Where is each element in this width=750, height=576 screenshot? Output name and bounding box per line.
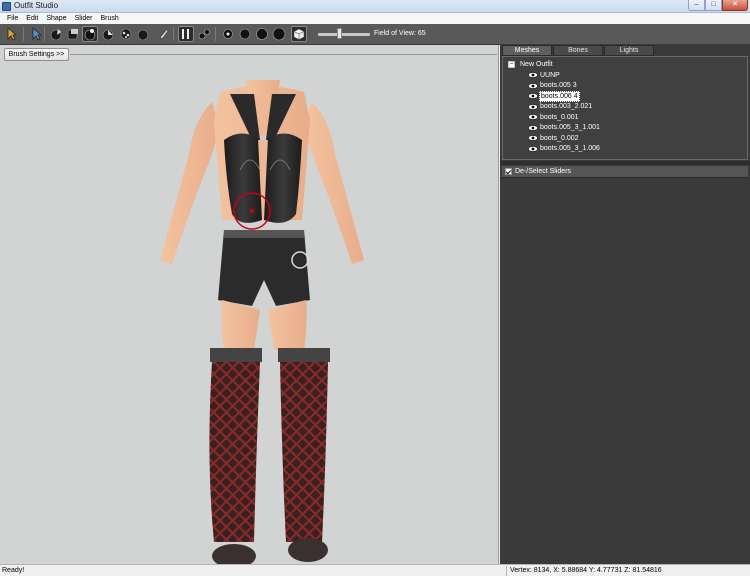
panel-splitter[interactable]: [500, 161, 750, 165]
minimize-button[interactable]: –: [688, 0, 705, 11]
mesh-item[interactable]: boots_0.002: [528, 133, 580, 143]
right-panel: Meshes Bones Lights – New Outfit UUNP boo…: [500, 45, 750, 564]
brush-transform-icon[interactable]: [28, 26, 44, 42]
move-brush-icon[interactable]: [100, 26, 116, 42]
toolbar: Field of View: 65: [0, 24, 750, 45]
left-thigh: [221, 300, 260, 350]
mesh-item-label: boots_0.002: [540, 134, 579, 142]
right-stocking-top: [278, 348, 330, 362]
title-bar: Outfit Studio – □ ✕: [0, 0, 750, 13]
standard-brush-icon[interactable]: [48, 26, 64, 42]
menu-slider[interactable]: Slider: [71, 13, 97, 24]
select-sliders-checkbox[interactable]: [505, 168, 512, 175]
mesh-item[interactable]: boots.005 3: [528, 81, 578, 91]
segment-icon[interactable]: [196, 26, 212, 42]
mesh-item-label: boots.005 3: [540, 82, 577, 89]
eye-icon[interactable]: [528, 82, 538, 89]
brush-settings-button[interactable]: Brush Settings >>: [4, 48, 69, 61]
inflate-brush-icon[interactable]: [82, 26, 98, 42]
collapse-icon[interactable]: –: [508, 61, 515, 68]
mesh-item[interactable]: boots.003_2.021: [528, 102, 593, 112]
eye-icon[interactable]: [528, 124, 538, 131]
status-text: Ready!: [2, 567, 25, 574]
tab-bones[interactable]: Bones: [553, 45, 603, 56]
select-tool-icon[interactable]: [3, 26, 19, 42]
mesh-item[interactable]: boots.005_3_1.001: [528, 123, 601, 133]
right-thigh: [268, 300, 307, 350]
mesh-item[interactable]: boots.006 4: [528, 90, 580, 102]
right-boot: [288, 538, 328, 562]
close-button[interactable]: ✕: [722, 0, 748, 11]
left-arm: [160, 102, 220, 264]
shorts: [218, 230, 310, 306]
belt: [224, 230, 304, 238]
menu-brush[interactable]: Brush: [97, 13, 123, 24]
tree-root-outfit[interactable]: – New Outfit: [508, 60, 553, 69]
brush-size-large-icon[interactable]: [254, 26, 270, 42]
fov-label: Field of View: 65: [374, 30, 426, 37]
mesh-item-label: boots.006 4: [539, 90, 580, 102]
left-boot: [212, 544, 256, 564]
mesh-item-label: boots.003_2.021: [540, 103, 593, 110]
menu-bar: File Edit Shape Slider Brush: [0, 13, 750, 24]
tab-lights[interactable]: Lights: [604, 45, 654, 56]
neck: [246, 80, 280, 94]
brush-settings-divider: [70, 54, 497, 55]
menu-shape[interactable]: Shape: [42, 13, 70, 24]
window-title: Outfit Studio: [14, 1, 59, 10]
outfit-model[interactable]: [150, 80, 380, 564]
deflate-brush-icon[interactable]: [65, 26, 81, 42]
maximize-button[interactable]: □: [705, 0, 722, 11]
menu-file[interactable]: File: [3, 13, 22, 24]
menu-edit[interactable]: Edit: [22, 13, 42, 24]
app-icon: [2, 2, 11, 11]
fov-slider-thumb[interactable]: [337, 28, 342, 39]
weight-brush-icon[interactable]: [135, 26, 151, 42]
eye-icon[interactable]: [528, 93, 538, 99]
mesh-item[interactable]: boots.005_3_1.006: [528, 144, 601, 154]
right-arm: [304, 102, 364, 264]
color-brush-icon[interactable]: [155, 26, 171, 42]
status-bar: Ready! Vertex: 8134, X: 5.88684 Y: 4.777…: [0, 564, 750, 576]
eye-icon[interactable]: [528, 72, 538, 78]
mesh-item-label: boots.005_3_1.001: [540, 124, 600, 131]
mesh-item-label: UUNP: [540, 71, 560, 79]
view-cube-icon[interactable]: [291, 26, 307, 42]
vertex-readout: Vertex: 8134, X: 5.88684 Y: 4.77731 Z: 8…: [510, 567, 662, 574]
mesh-item-label: boots.005_3_1.006: [540, 145, 600, 152]
brush-size-medium-icon[interactable]: [237, 26, 253, 42]
tab-meshes[interactable]: Meshes: [502, 45, 552, 56]
mesh-item[interactable]: boots_0.001: [528, 112, 580, 122]
vest-ring: [260, 135, 266, 141]
tree-root-label: New Outfit: [520, 61, 553, 68]
eye-icon[interactable]: [528, 145, 538, 152]
3d-viewport[interactable]: Brush Settings >>: [0, 45, 499, 564]
smooth-brush-icon[interactable]: [118, 26, 134, 42]
sliders-header[interactable]: De-/Select Sliders: [502, 166, 748, 178]
left-stocking: [209, 362, 260, 542]
eye-icon[interactable]: [528, 103, 538, 110]
sliders-list: [502, 179, 748, 564]
mesh-tree: – New Outfit UUNP boots.005 3 boots.006 4b…: [502, 56, 748, 160]
left-stocking-top: [210, 348, 262, 362]
right-stocking: [280, 362, 328, 542]
brush-size-xlarge-icon[interactable]: [271, 26, 287, 42]
mesh-item-label: boots_0.001: [540, 113, 579, 121]
eye-icon[interactable]: [528, 114, 538, 120]
vertex-select-icon[interactable]: [178, 26, 194, 42]
eye-icon[interactable]: [528, 135, 538, 141]
fov-slider-track[interactable]: [318, 33, 370, 36]
brush-size-small-icon[interactable]: [220, 26, 236, 42]
sliders-header-label: De-/Select Sliders: [515, 168, 572, 175]
mesh-item[interactable]: UUNP: [528, 70, 561, 80]
